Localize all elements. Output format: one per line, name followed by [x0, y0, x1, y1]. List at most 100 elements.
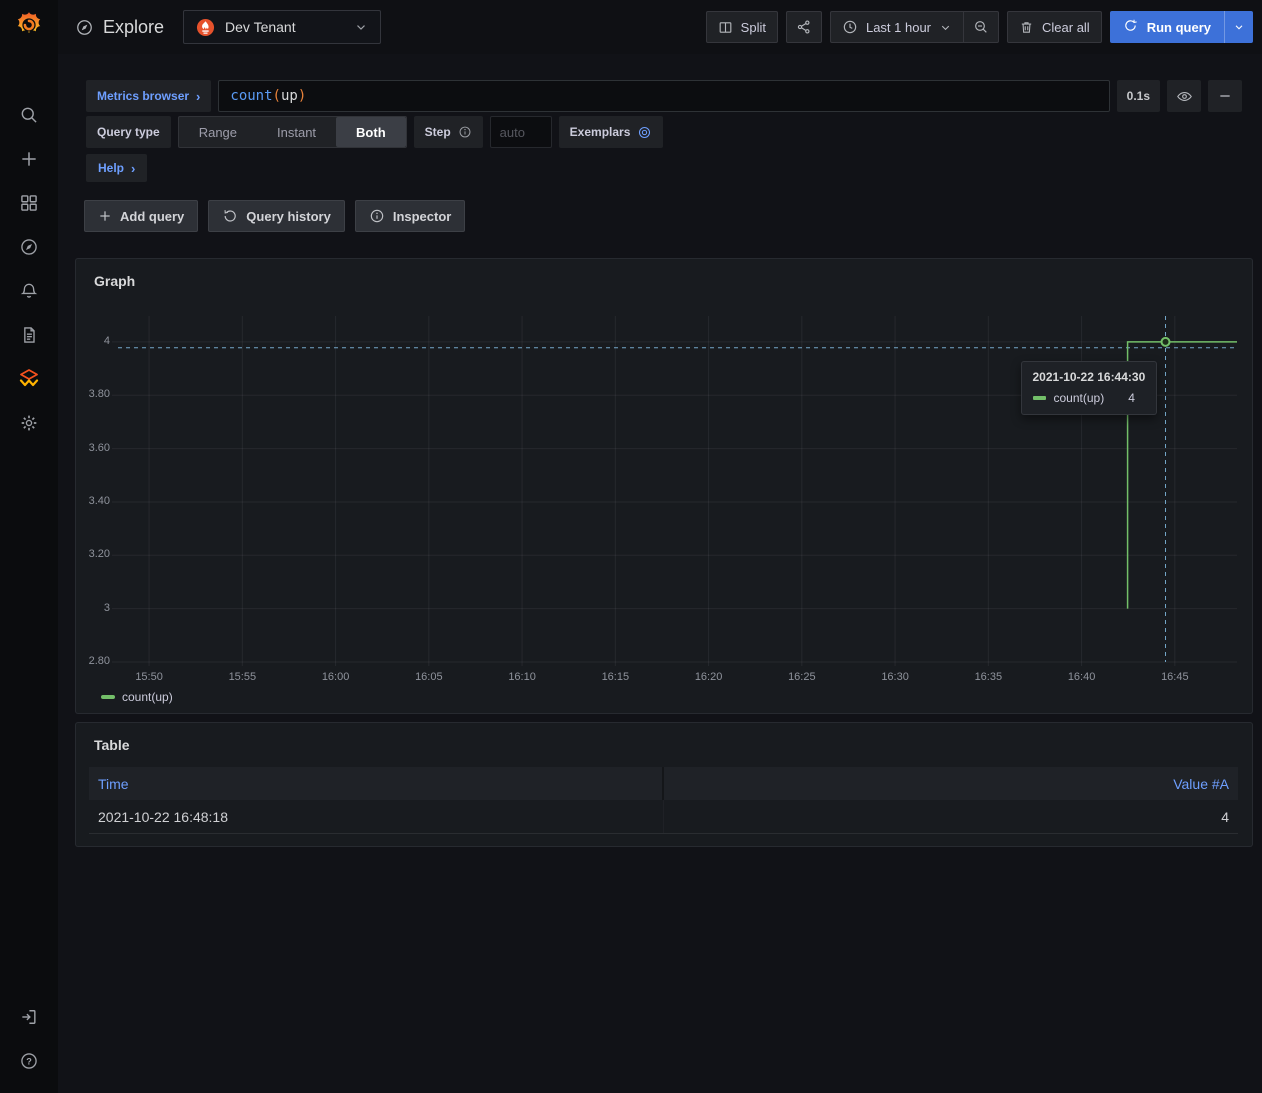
table-header-row: Time Value #A: [89, 767, 1238, 800]
y-tick-label: 3.40: [68, 495, 110, 507]
dashboards-icon: [19, 193, 39, 213]
split-button[interactable]: Split: [706, 11, 778, 43]
help-label: Help: [98, 161, 124, 175]
run-query-split-button: Run query: [1110, 11, 1253, 43]
toggle-query-visibility-button[interactable]: [1167, 80, 1201, 112]
x-tick-label: 16:00: [310, 671, 362, 683]
y-tick-label: 3: [68, 602, 110, 614]
x-tick-label: 16:35: [962, 671, 1014, 683]
tooltip-series-value: 4: [1128, 391, 1135, 405]
bell-icon: [19, 281, 39, 301]
x-tick-label: 16:40: [1056, 671, 1108, 683]
table-panel: Table Time Value #A 2021-10-22 16:48:18 …: [75, 722, 1253, 847]
query-type-segmented-control: Range Instant Both: [178, 116, 407, 148]
legend-series-swatch: [101, 695, 115, 699]
chevron-down-icon: [354, 20, 368, 34]
page-title: Explore: [75, 17, 164, 38]
query-history-label: Query history: [246, 209, 331, 224]
zoom-out-button[interactable]: [963, 11, 999, 43]
run-query-caret[interactable]: [1224, 11, 1253, 43]
step-input[interactable]: [490, 116, 552, 148]
query-row: Metrics browser › count(up) 0.1s: [86, 80, 1242, 112]
metrics-browser-label: Metrics browser: [97, 89, 189, 103]
sidebar-item-mimir[interactable]: [7, 357, 51, 401]
x-tick-label: 16:25: [776, 671, 828, 683]
topbar: Explore Dev Tenant Split: [58, 0, 1262, 54]
x-tick-label: 16:05: [403, 671, 455, 683]
sidebar-item-settings[interactable]: [7, 401, 51, 445]
plot-area[interactable]: 2021-10-22 16:44:30 count(up) 4 43.803.6…: [118, 316, 1237, 662]
info-circle-icon: [369, 208, 385, 224]
query-options-row: Query type Range Instant Both Step Exemp…: [86, 116, 663, 148]
datasource-label: Dev Tenant: [225, 19, 296, 35]
sidebar-item-alerting[interactable]: [7, 269, 51, 313]
query-type-option-range[interactable]: Range: [179, 117, 257, 147]
run-query-button[interactable]: Run query: [1110, 11, 1224, 43]
exemplars-toggle-icon[interactable]: [637, 125, 652, 140]
help-icon: ?: [19, 1051, 39, 1071]
x-tick-label: 16:45: [1149, 671, 1201, 683]
share-button[interactable]: [786, 11, 822, 43]
results-table: Time Value #A 2021-10-22 16:48:18 4: [89, 767, 1238, 834]
split-columns-icon: [718, 20, 733, 35]
inspector-label: Inspector: [393, 209, 452, 224]
chevron-right-icon: ›: [131, 162, 135, 175]
graph-tooltip: 2021-10-22 16:44:30 count(up) 4: [1021, 361, 1158, 415]
query-history-button[interactable]: Query history: [208, 200, 345, 232]
query-actions-row: Add query Query history Inspector: [84, 200, 465, 232]
table-panel-title: Table: [94, 737, 130, 753]
step-label: Step: [425, 125, 451, 139]
legend-series-label: count(up): [122, 690, 173, 704]
sidebar-item-docs[interactable]: [7, 313, 51, 357]
inspector-button[interactable]: Inspector: [355, 200, 466, 232]
chevron-down-icon: [939, 21, 952, 34]
time-range-group: Last 1 hour: [830, 11, 999, 43]
plus-icon: [19, 149, 39, 169]
table-column-time[interactable]: Time: [89, 767, 664, 800]
sidebar-bottom: ?: [7, 995, 51, 1093]
query-elapsed-badge: 0.1s: [1117, 80, 1160, 112]
sidebar: ?: [0, 0, 58, 1093]
history-icon: [222, 208, 238, 224]
time-range-label: Last 1 hour: [866, 20, 931, 35]
sidebar-item-create[interactable]: [7, 137, 51, 181]
sidebar-item-dashboards[interactable]: [7, 181, 51, 225]
query-expression-input[interactable]: count(up): [218, 80, 1109, 112]
gear-icon: [19, 413, 39, 433]
share-icon: [796, 19, 812, 35]
sidebar-item-sign-in[interactable]: [7, 995, 51, 1039]
table-cell-time: 2021-10-22 16:48:18: [89, 800, 664, 833]
help-button[interactable]: Help ›: [86, 154, 147, 182]
sidebar-item-search[interactable]: [7, 93, 51, 137]
topbar-actions: Split Last 1 hour: [706, 11, 1253, 43]
tooltip-series-row: count(up) 4: [1033, 391, 1146, 405]
plus-icon: [98, 209, 112, 223]
tooltip-time: 2021-10-22 16:44:30: [1033, 370, 1146, 384]
legend-item[interactable]: count(up): [101, 690, 173, 704]
help-row: Help ›: [86, 154, 147, 182]
query-type-option-both[interactable]: Both: [336, 117, 406, 147]
graph-panel-title: Graph: [94, 273, 135, 289]
query-type-label: Query type: [86, 116, 171, 148]
add-query-button[interactable]: Add query: [84, 200, 198, 232]
table-column-value[interactable]: Value #A: [664, 767, 1239, 800]
sync-icon: [1123, 18, 1138, 36]
query-type-option-instant[interactable]: Instant: [257, 117, 336, 147]
trash-icon: [1019, 20, 1034, 35]
grafana-explore-app: ? Explore Dev Tenant: [0, 0, 1262, 1093]
remove-query-button[interactable]: [1208, 80, 1242, 112]
y-tick-label: 3.80: [68, 388, 110, 400]
time-range-button[interactable]: Last 1 hour: [830, 11, 963, 43]
mimir-icon: [17, 367, 41, 391]
query-function: count: [230, 88, 272, 104]
clear-all-button[interactable]: Clear all: [1007, 11, 1102, 43]
grafana-logo[interactable]: [7, 3, 51, 47]
sidebar-item-explore[interactable]: [7, 225, 51, 269]
x-tick-label: 16:30: [869, 671, 921, 683]
query-paren-open: (: [273, 88, 281, 104]
exemplars-chip: Exemplars: [559, 116, 664, 148]
datasource-picker[interactable]: Dev Tenant: [183, 10, 381, 44]
grafana-flame-icon: [14, 10, 44, 40]
sidebar-item-help[interactable]: ?: [7, 1039, 51, 1083]
metrics-browser-button[interactable]: Metrics browser ›: [86, 80, 211, 112]
